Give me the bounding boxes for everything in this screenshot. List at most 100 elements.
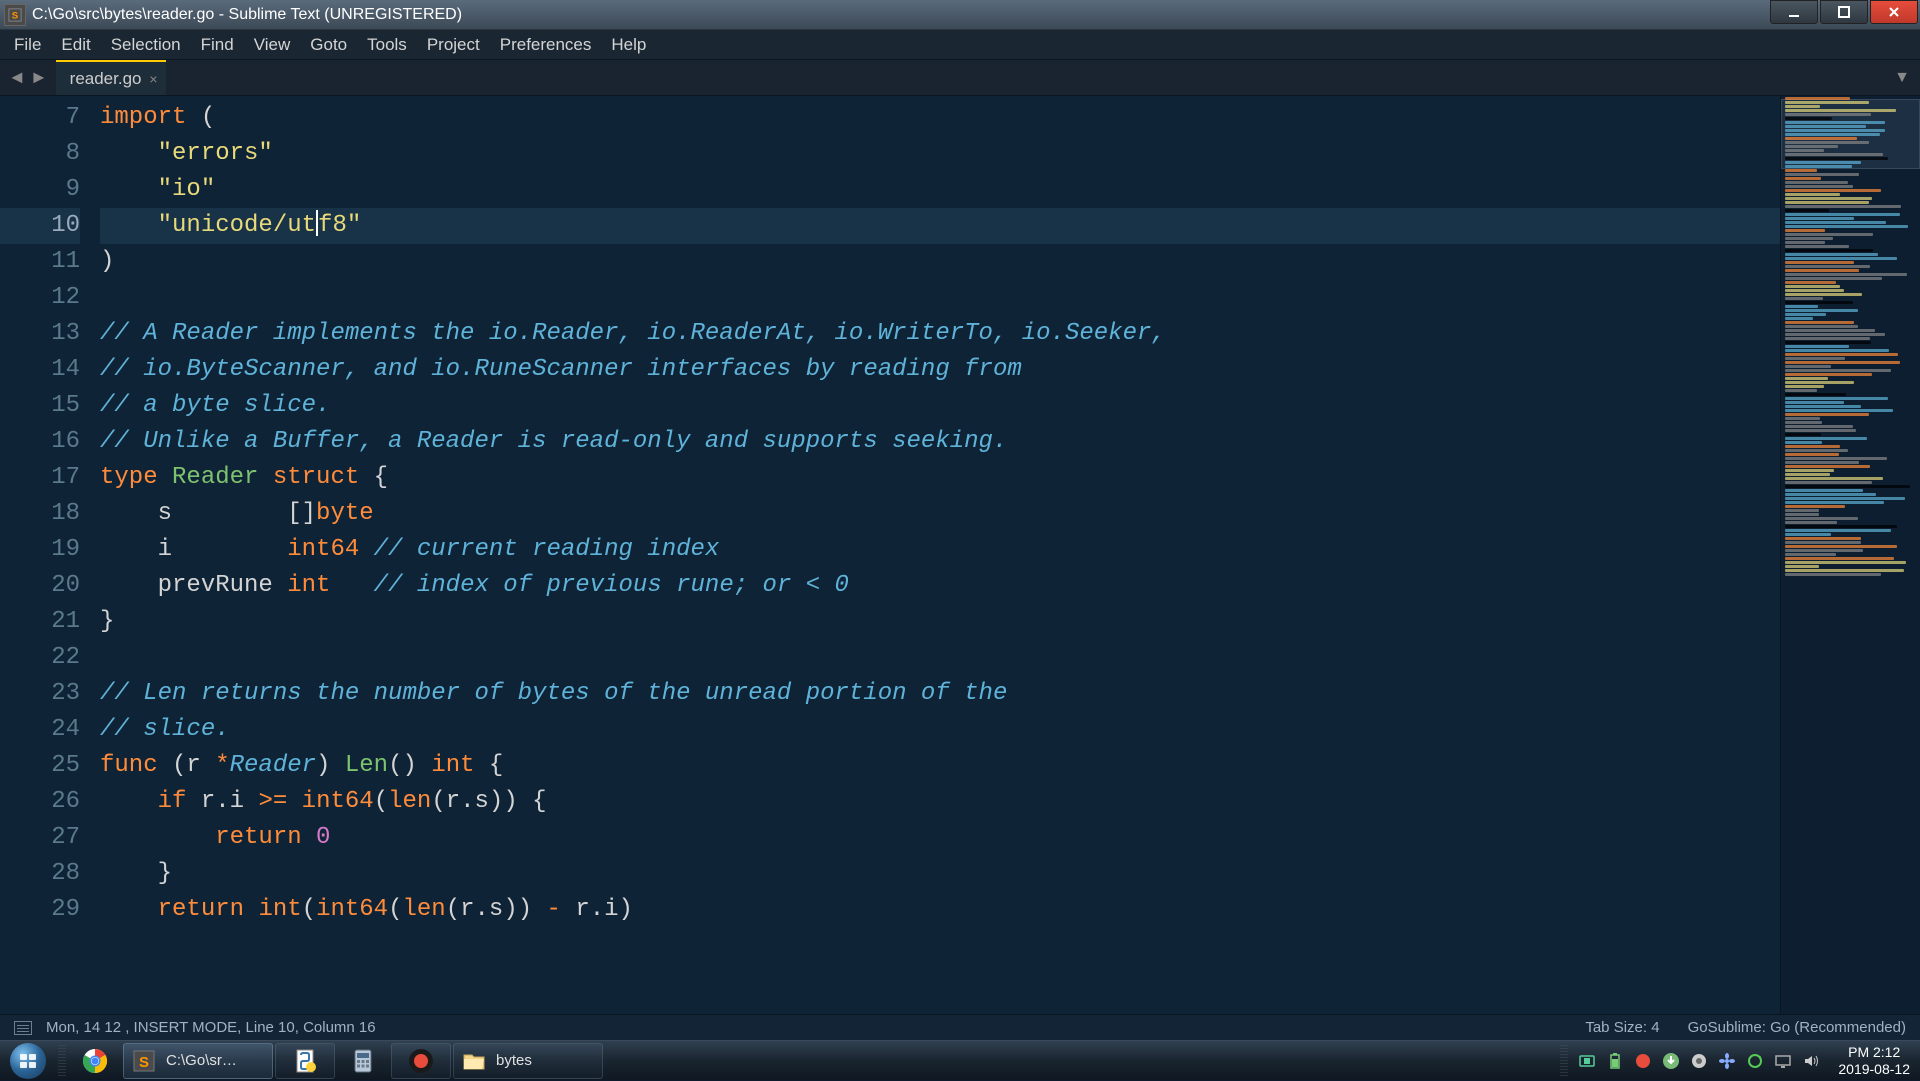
code-line[interactable]: import ( <box>100 100 1780 136</box>
tray-battery-icon[interactable] <box>1606 1052 1624 1070</box>
clock-date: 2019-08-12 <box>1838 1061 1910 1078</box>
code-line[interactable]: // slice. <box>100 712 1780 748</box>
line-number[interactable]: 23 <box>0 676 80 712</box>
taskbar-calculator[interactable] <box>337 1043 389 1079</box>
code-line[interactable]: } <box>100 856 1780 892</box>
code-line[interactable]: // io.ByteScanner, and io.RuneScanner in… <box>100 352 1780 388</box>
menu-preferences[interactable]: Preferences <box>490 31 602 59</box>
start-button[interactable] <box>0 1041 56 1081</box>
line-number[interactable]: 28 <box>0 856 80 892</box>
menu-selection[interactable]: Selection <box>101 31 191 59</box>
tab-close-icon[interactable]: × <box>149 71 157 87</box>
line-gutter[interactable]: 7891011121314151617181920212223242526272… <box>0 96 100 1014</box>
menu-file[interactable]: File <box>4 31 51 59</box>
line-number[interactable]: 26 <box>0 784 80 820</box>
line-number[interactable]: 19 <box>0 532 80 568</box>
tray-fan-icon[interactable] <box>1718 1052 1736 1070</box>
code-line[interactable] <box>100 280 1780 316</box>
line-number[interactable]: 9 <box>0 172 80 208</box>
code-line[interactable]: // A Reader implements the io.Reader, io… <box>100 316 1780 352</box>
code-line[interactable]: ) <box>100 244 1780 280</box>
line-number[interactable]: 14 <box>0 352 80 388</box>
tray-app-icon[interactable] <box>1690 1052 1708 1070</box>
system-tray <box>1570 1052 1828 1070</box>
tray-monitor-icon[interactable] <box>1774 1052 1792 1070</box>
code-line[interactable]: func (r *Reader) Len() int { <box>100 748 1780 784</box>
calculator-icon <box>349 1047 377 1075</box>
nav-back-icon[interactable]: ◄ <box>6 67 28 88</box>
menu-project[interactable]: Project <box>417 31 490 59</box>
line-number[interactable]: 16 <box>0 424 80 460</box>
code-line[interactable] <box>100 640 1780 676</box>
code-line[interactable]: type Reader struct { <box>100 460 1780 496</box>
line-number[interactable]: 12 <box>0 280 80 316</box>
taskbar-separator <box>1560 1045 1568 1077</box>
line-number[interactable]: 13 <box>0 316 80 352</box>
code-line[interactable]: // Unlike a Buffer, a Reader is read-onl… <box>100 424 1780 460</box>
status-bar: Mon, 14 12 , INSERT MODE, Line 10, Colum… <box>0 1014 1920 1040</box>
tray-volume-icon[interactable] <box>1802 1052 1820 1070</box>
taskbar-explorer-label: bytes <box>496 1052 532 1069</box>
tray-download-icon[interactable] <box>1662 1052 1680 1070</box>
maximize-button[interactable] <box>1820 0 1868 24</box>
minimap[interactable] <box>1780 96 1920 1014</box>
menu-help[interactable]: Help <box>601 31 656 59</box>
line-number[interactable]: 10 <box>0 208 80 244</box>
line-number[interactable]: 18 <box>0 496 80 532</box>
taskbar-explorer[interactable]: bytes <box>453 1043 603 1079</box>
code-line[interactable]: // Len returns the number of bytes of th… <box>100 676 1780 712</box>
menu-tools[interactable]: Tools <box>357 31 417 59</box>
panel-switcher-icon[interactable] <box>14 1021 32 1035</box>
line-number[interactable]: 17 <box>0 460 80 496</box>
line-number[interactable]: 15 <box>0 388 80 424</box>
line-number[interactable]: 25 <box>0 748 80 784</box>
line-number[interactable]: 24 <box>0 712 80 748</box>
code-line[interactable]: prevRune int // index of previous rune; … <box>100 568 1780 604</box>
line-number[interactable]: 22 <box>0 640 80 676</box>
code-line[interactable]: "io" <box>100 172 1780 208</box>
code-line[interactable]: } <box>100 604 1780 640</box>
line-number[interactable]: 8 <box>0 136 80 172</box>
tab-overflow-icon[interactable]: ▼ <box>1894 69 1910 87</box>
tab-bar: ◄ ► reader.go × ▼ <box>0 60 1920 96</box>
taskbar-pyscripter[interactable] <box>275 1043 335 1079</box>
nav-forward-icon[interactable]: ► <box>28 67 50 88</box>
menu-goto[interactable]: Goto <box>300 31 357 59</box>
tray-device-icon[interactable] <box>1578 1052 1596 1070</box>
menu-edit[interactable]: Edit <box>51 31 100 59</box>
tray-sync-icon[interactable] <box>1746 1052 1764 1070</box>
code-line[interactable]: if r.i >= int64(len(r.s)) { <box>100 784 1780 820</box>
window-title: C:\Go\src\bytes\reader.go - Sublime Text… <box>32 6 1770 24</box>
file-tab[interactable]: reader.go × <box>56 60 166 95</box>
close-button[interactable] <box>1870 0 1918 24</box>
chrome-icon <box>81 1047 109 1075</box>
code-line[interactable]: return 0 <box>100 820 1780 856</box>
code-line[interactable]: "unicode/utf8" <box>100 208 1780 244</box>
menu-view[interactable]: View <box>244 31 301 59</box>
menu-find[interactable]: Find <box>191 31 244 59</box>
taskbar-recorder[interactable] <box>391 1043 451 1079</box>
app-icon: S <box>4 4 26 26</box>
line-number[interactable]: 21 <box>0 604 80 640</box>
code-line[interactable]: return int(int64(len(r.s)) - r.i) <box>100 892 1780 928</box>
code-line[interactable]: s []byte <box>100 496 1780 532</box>
menu-bar: File Edit Selection Find View Goto Tools… <box>0 30 1920 60</box>
code-line[interactable]: // a byte slice. <box>100 388 1780 424</box>
taskbar-chrome[interactable] <box>69 1043 121 1079</box>
code-line[interactable]: "errors" <box>100 136 1780 172</box>
taskbar: S C:\Go\sr… bytes PM 2:12 <box>0 1040 1920 1080</box>
line-number[interactable]: 29 <box>0 892 80 928</box>
minimize-button[interactable] <box>1770 0 1818 24</box>
line-number[interactable]: 7 <box>0 100 80 136</box>
line-number[interactable]: 20 <box>0 568 80 604</box>
code-area[interactable]: import ( "errors" "io" "unicode/utf8") //… <box>100 96 1780 1014</box>
status-tab-size[interactable]: Tab Size: 4 <box>1585 1019 1659 1036</box>
tray-record-icon[interactable] <box>1634 1052 1652 1070</box>
status-syntax[interactable]: GoSublime: Go (Recommended) <box>1688 1019 1906 1036</box>
code-line[interactable]: i int64 // current reading index <box>100 532 1780 568</box>
status-left[interactable]: Mon, 14 12 , INSERT MODE, Line 10, Colum… <box>46 1019 1585 1036</box>
line-number[interactable]: 27 <box>0 820 80 856</box>
line-number[interactable]: 11 <box>0 244 80 280</box>
taskbar-clock[interactable]: PM 2:12 2019-08-12 <box>1828 1044 1920 1078</box>
taskbar-sublime[interactable]: S C:\Go\sr… <box>123 1043 273 1079</box>
